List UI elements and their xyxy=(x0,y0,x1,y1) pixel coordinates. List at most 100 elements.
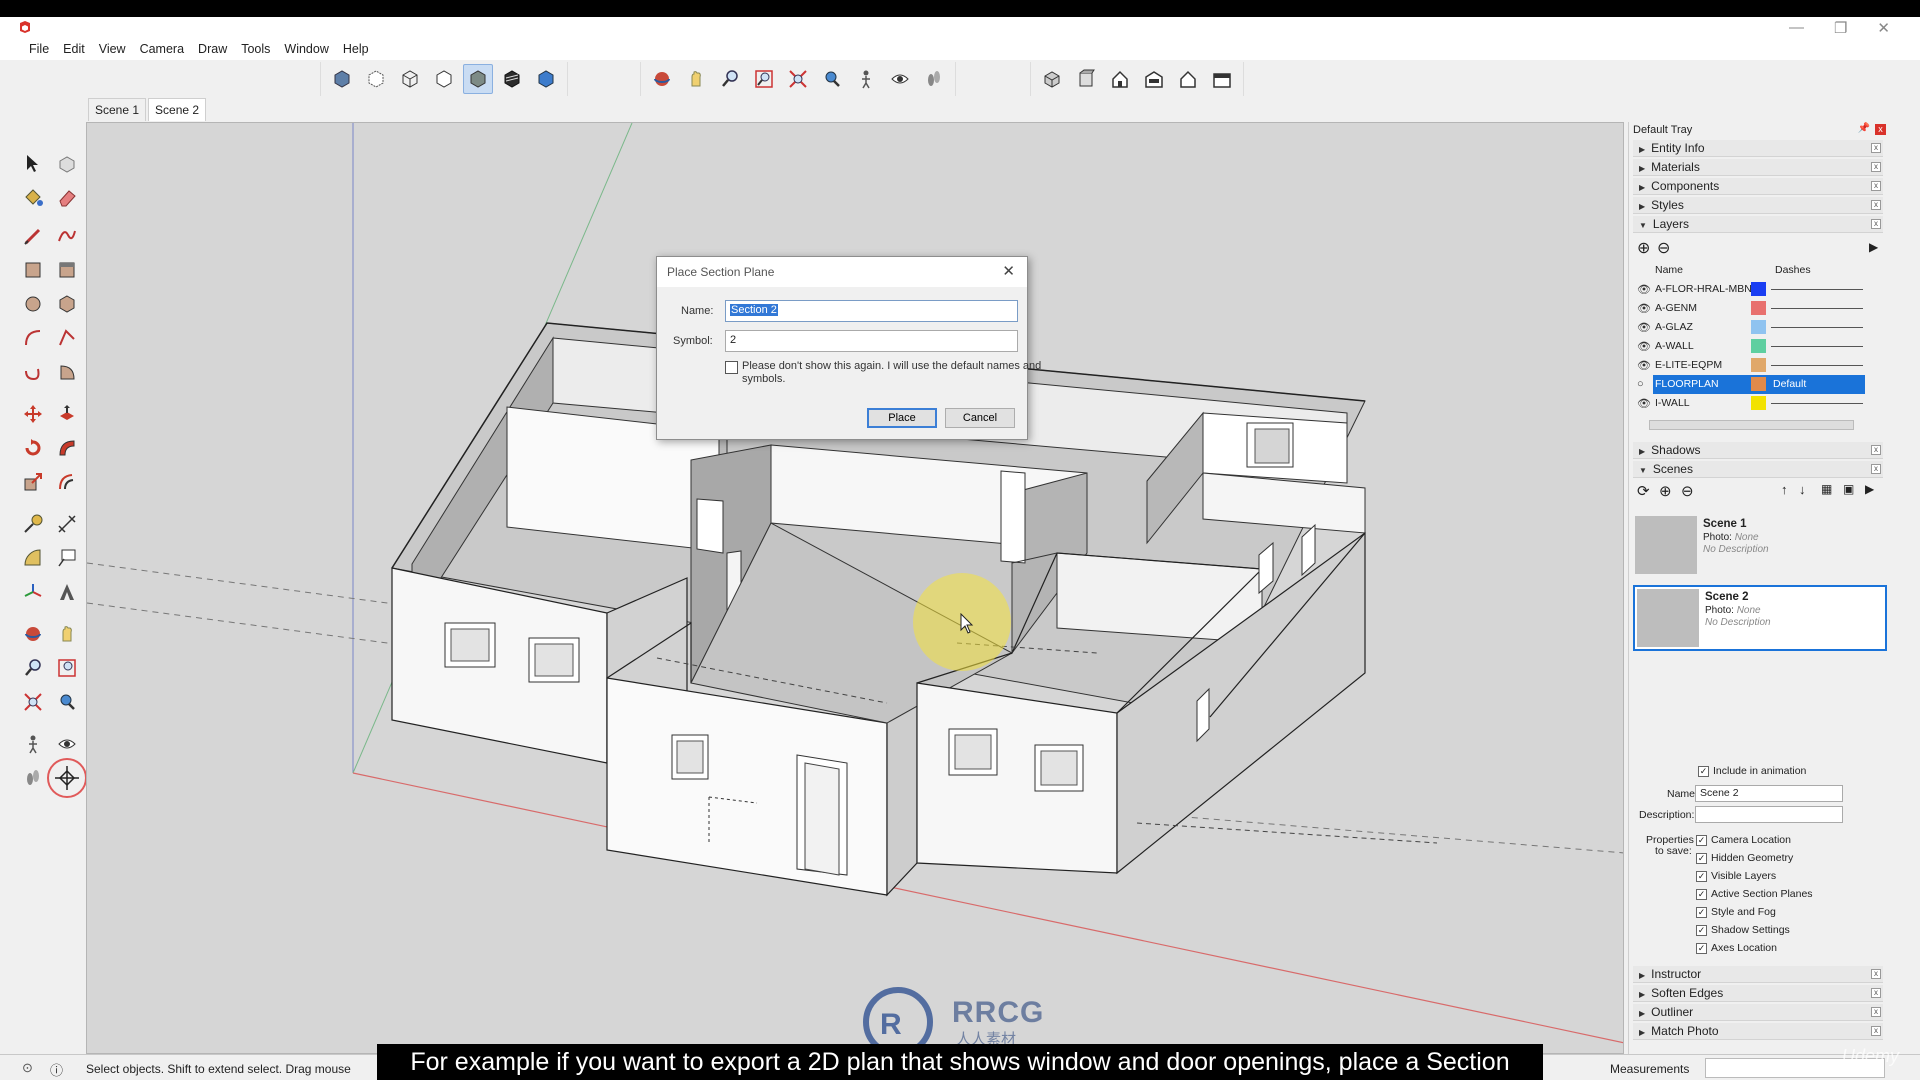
restore-icon[interactable]: ❐ xyxy=(1834,19,1847,37)
pan-tool-icon[interactable] xyxy=(52,619,82,649)
layer-color-swatch[interactable] xyxy=(1751,301,1766,315)
visible-eye-icon[interactable]: 👁 xyxy=(1637,321,1651,334)
menu-camera[interactable]: Camera xyxy=(133,40,191,60)
minimize-icon[interactable]: — xyxy=(1789,19,1804,37)
add-scene-icon[interactable]: ⊕ xyxy=(1659,482,1672,500)
style-and-fog-checkbox[interactable]: ✓ xyxy=(1696,907,1707,918)
layer-row[interactable]: 👁 A-WALL xyxy=(1633,337,1865,356)
view-options-icon[interactable]: ▦ xyxy=(1821,482,1832,496)
text-tool-icon[interactable] xyxy=(52,543,82,573)
menu-view[interactable]: View xyxy=(92,40,133,60)
layer-color-swatch[interactable] xyxy=(1751,396,1766,410)
scene-tab-2[interactable]: Scene 2 xyxy=(148,98,207,121)
polygon-icon[interactable] xyxy=(52,289,82,319)
zoom-window-icon[interactable] xyxy=(749,64,779,94)
layer-color-swatch[interactable] xyxy=(1751,339,1766,353)
zoom-icon[interactable] xyxy=(715,64,745,94)
dont-show-checkbox[interactable] xyxy=(725,361,738,374)
move-icon[interactable] xyxy=(18,399,48,429)
tray-close-icon[interactable]: x xyxy=(1875,124,1886,135)
section-name-input[interactable]: Section 2 xyxy=(725,300,1018,322)
menu-tools[interactable]: Tools xyxy=(234,40,277,60)
orbit-icon[interactable] xyxy=(647,64,677,94)
panel-layers[interactable]: ▼ Layers x xyxy=(1633,216,1883,233)
protractor-icon[interactable] xyxy=(18,543,48,573)
position-camera-tool-icon[interactable] xyxy=(18,729,48,759)
scene-details-icon[interactable]: ▣ xyxy=(1843,482,1854,496)
scene-tab-1[interactable]: Scene 1 xyxy=(88,98,147,121)
panel-materials[interactable]: ▶ Materials x xyxy=(1633,159,1883,176)
hidden-geometry-checkbox[interactable]: ✓ xyxy=(1696,853,1707,864)
pin-icon[interactable]: 📌 xyxy=(1858,123,1870,134)
panel-close-icon[interactable]: x xyxy=(1871,1007,1881,1017)
position-camera-icon[interactable] xyxy=(851,64,881,94)
geo-location-icon[interactable]: ⊙ xyxy=(22,1060,33,1076)
active-section-planes-checkbox[interactable]: ✓ xyxy=(1696,889,1707,900)
pie-icon[interactable] xyxy=(52,357,82,387)
section-plane-icon[interactable] xyxy=(47,758,87,798)
visible-eye-icon[interactable]: 👁 xyxy=(1637,340,1651,353)
scenes-menu-icon[interactable]: ▶ xyxy=(1865,482,1874,496)
previous-tool-icon[interactable] xyxy=(52,687,82,717)
monochrome-style-icon[interactable] xyxy=(531,64,561,94)
layer-row[interactable]: 👁 A-GENM xyxy=(1633,299,1865,318)
panel-close-icon[interactable]: x xyxy=(1871,1026,1881,1036)
layer-color-swatch[interactable] xyxy=(1751,282,1766,296)
layer-row[interactable]: 👁 A-FLOR-HRAL-MBN xyxy=(1633,280,1865,299)
place-button[interactable]: Place xyxy=(867,408,937,428)
walk-icon[interactable] xyxy=(919,64,949,94)
axes-location-checkbox[interactable]: ✓ xyxy=(1696,943,1707,954)
pan-icon[interactable] xyxy=(681,64,711,94)
scene-item-1[interactable]: Scene 1 Photo: None No Description xyxy=(1633,514,1887,580)
layer-row[interactable]: 👁 I-WALL xyxy=(1633,394,1865,413)
dialog-close-icon[interactable]: ✕ xyxy=(1002,262,1015,280)
layer-row[interactable]: 👁 A-GLAZ xyxy=(1633,318,1865,337)
layer-dashes-value[interactable]: Default xyxy=(1773,378,1806,390)
backedges-style-icon[interactable] xyxy=(361,64,391,94)
visible-eye-icon[interactable]: 👁 xyxy=(1637,359,1651,372)
hidden-eye-icon[interactable]: ○ xyxy=(1637,378,1644,390)
layer-row[interactable]: 👁 E-LITE-EQPM xyxy=(1633,356,1865,375)
menu-edit[interactable]: Edit xyxy=(56,40,92,60)
back-view-icon[interactable] xyxy=(1173,64,1203,94)
tape-measure-icon[interactable] xyxy=(18,509,48,539)
look-around-tool-icon[interactable] xyxy=(52,729,82,759)
close-icon[interactable]: ✕ xyxy=(1877,19,1890,37)
menu-window[interactable]: Window xyxy=(277,40,335,60)
panel-components[interactable]: ▶ Components x xyxy=(1633,178,1883,195)
panel-close-icon[interactable]: x xyxy=(1871,200,1881,210)
two-point-arc-icon[interactable] xyxy=(52,323,82,353)
camera-location-checkbox[interactable]: ✓ xyxy=(1696,835,1707,846)
right-view-icon[interactable] xyxy=(1139,64,1169,94)
layer-color-swatch[interactable] xyxy=(1751,358,1766,372)
layer-details-icon[interactable]: ▶ xyxy=(1869,240,1878,254)
shaded-style-icon[interactable] xyxy=(463,64,493,94)
make-component-icon[interactable] xyxy=(52,149,82,179)
rectangle-icon[interactable] xyxy=(18,255,48,285)
panel-close-icon[interactable]: x xyxy=(1871,464,1881,474)
visible-layers-checkbox[interactable]: ✓ xyxy=(1696,871,1707,882)
previous-view-icon[interactable] xyxy=(817,64,847,94)
zoom-extents-tool-icon[interactable] xyxy=(18,687,48,717)
scale-icon[interactable] xyxy=(18,467,48,497)
circle-icon[interactable] xyxy=(18,289,48,319)
panel-close-icon[interactable]: x xyxy=(1871,181,1881,191)
left-view-icon[interactable] xyxy=(1207,64,1237,94)
rotate-icon[interactable] xyxy=(18,433,48,463)
zoom-tool-icon[interactable] xyxy=(18,653,48,683)
3d-text-icon[interactable] xyxy=(52,577,82,607)
add-layer-icon[interactable]: ⊕ xyxy=(1637,238,1650,258)
shaded-textures-style-icon[interactable] xyxy=(497,64,527,94)
panel-close-icon[interactable]: x xyxy=(1871,445,1881,455)
top-view-icon[interactable] xyxy=(1071,64,1101,94)
front-view-icon[interactable] xyxy=(1105,64,1135,94)
zoom-window-tool-icon[interactable] xyxy=(52,653,82,683)
panel-close-icon[interactable]: x xyxy=(1871,988,1881,998)
line-tool-icon[interactable] xyxy=(18,221,48,251)
move-scene-down-icon[interactable]: ↓ xyxy=(1799,482,1806,497)
panel-close-icon[interactable]: x xyxy=(1871,162,1881,172)
offset-icon[interactable] xyxy=(52,467,82,497)
layer-row-selected[interactable]: ○ FLOORPLAN Default xyxy=(1633,375,1865,394)
info-icon[interactable]: ⓘ xyxy=(50,1060,63,1079)
update-scene-icon[interactable]: ⟳ xyxy=(1637,482,1650,500)
